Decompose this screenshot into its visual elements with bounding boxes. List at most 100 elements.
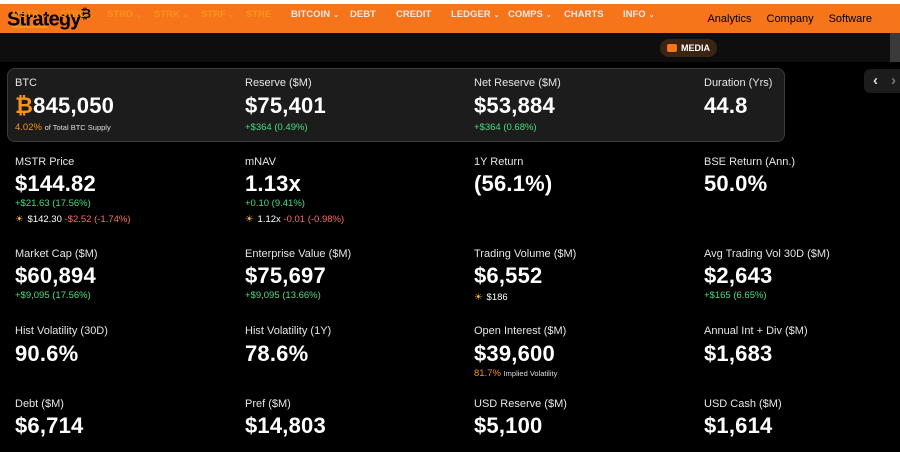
mstr-price-label: MSTR Price xyxy=(15,156,75,168)
chevron-down-icon: ⌄ xyxy=(88,12,95,19)
nav-label: STRF xyxy=(201,9,226,20)
annual-int-div-label: Annual Int + Div ($M) xyxy=(704,325,808,337)
trading-volume-value: $6,552 xyxy=(474,263,543,288)
nav-strf[interactable]: STRF ⌄ xyxy=(201,9,235,20)
mnav-label: mNAV xyxy=(245,156,276,168)
open-interest-label: Open Interest ($M) xyxy=(474,325,567,337)
btc-summary-panel xyxy=(7,68,785,142)
chevron-down-icon: ⌄ xyxy=(41,12,48,19)
reserve-value: $75,401 xyxy=(245,93,326,118)
enterprise-value-label: Enterprise Value ($M) xyxy=(245,248,352,260)
mnav-after-hours-change: -0.01 (-0.98%) xyxy=(283,214,345,225)
video-icon xyxy=(667,44,677,52)
nav-label: STRK xyxy=(154,9,180,20)
one-year-return-value: (56.1%) xyxy=(474,171,553,196)
trading-volume-after-hours: ☀ $186 xyxy=(474,292,508,303)
nav-strd[interactable]: STRD ⌄ xyxy=(107,9,142,20)
usd-cash-label: USD Cash ($M) xyxy=(704,398,782,410)
nav-label: STRC xyxy=(60,9,86,20)
duration-value: 44.8 xyxy=(704,93,748,118)
chevron-left-icon[interactable]: ‹ xyxy=(873,72,878,89)
market-cap-value: $60,894 xyxy=(15,263,96,288)
nav-media-label: MEDIA xyxy=(681,43,710,53)
nav-label: LEDGER xyxy=(451,9,491,20)
chevron-right-icon[interactable]: › xyxy=(891,72,896,89)
hist-vol-1y-label: Hist Volatility (1Y) xyxy=(245,325,332,337)
mstr-after-hours-change: -$2.52 (-1.74%) xyxy=(64,214,131,225)
usd-cash-value: $1,614 xyxy=(704,413,773,438)
chevron-down-icon: ⌄ xyxy=(493,12,500,19)
analytics-link[interactable]: Analytics xyxy=(707,13,751,25)
nav-strk[interactable]: STRK ⌄ xyxy=(154,9,189,20)
trading-volume-after-hours-value: $186 xyxy=(486,292,508,303)
mnav-after-hours: ☀ 1.12x -0.01 (-0.98%) xyxy=(245,214,344,225)
bse-return-label: BSE Return (Ann.) xyxy=(704,156,796,168)
nav-mstr[interactable]: MSTR ⌄ xyxy=(12,9,48,28)
btc-amount: 845,050 xyxy=(33,93,115,118)
btc-value: ₿845,050 xyxy=(15,93,114,119)
pref-label: Pref ($M) xyxy=(245,398,291,410)
hist-vol-30d-label: Hist Volatility (30D) xyxy=(15,325,108,337)
nav-label: BITCOIN xyxy=(291,9,331,20)
implied-volatility-label: Implied Volatility xyxy=(503,369,558,378)
avg-trading-vol-label: Avg Trading Vol 30D ($M) xyxy=(704,248,830,260)
nav-comps[interactable]: COMPS ⌄ xyxy=(508,9,552,20)
top-links: Analytics Company Software xyxy=(707,13,872,25)
nav-debt[interactable]: DEBT xyxy=(350,9,376,20)
nav-credit[interactable]: CREDIT xyxy=(396,9,431,20)
nav-label: INFO xyxy=(623,9,646,20)
chevron-down-icon: ⌄ xyxy=(228,12,235,19)
btc-label: BTC xyxy=(15,77,37,89)
btc-supply-share: 4.02% of Total BTC Supply xyxy=(15,122,111,133)
implied-volatility-value: 81.7% xyxy=(474,368,501,379)
usd-reserve-label: USD Reserve ($M) xyxy=(474,398,567,410)
debt-label: Debt ($M) xyxy=(15,398,64,410)
software-link[interactable]: Software xyxy=(829,13,872,25)
mstr-after-hours-price: $142.30 xyxy=(27,214,62,225)
nav-strc[interactable]: STRC ⌄ xyxy=(60,9,95,20)
mstr-price-change: +$21.63 (17.56%) xyxy=(15,198,91,209)
bse-return-value: 50.0% xyxy=(704,171,768,196)
net-reserve-value: $53,884 xyxy=(474,93,555,118)
nav-info[interactable]: INFO ⌄ xyxy=(623,9,655,20)
enterprise-value-value: $75,697 xyxy=(245,263,326,288)
reserve-change: +$364 (0.49%) xyxy=(245,122,308,133)
debt-value: $6,714 xyxy=(15,413,84,438)
chevron-down-icon: ⌄ xyxy=(333,12,339,19)
avg-trading-vol-change: +$165 (6.65%) xyxy=(704,290,767,301)
nav-stre[interactable]: STRE xyxy=(246,9,271,20)
btc-supply-pct: 4.02% xyxy=(15,122,42,133)
nav-label: DEBT xyxy=(350,9,376,20)
nav-charts[interactable]: CHARTS xyxy=(564,9,604,20)
chevron-down-icon: ⌄ xyxy=(545,12,552,19)
net-reserve-label: Net Reserve ($M) xyxy=(474,77,561,89)
one-year-return-label: 1Y Return xyxy=(474,156,524,168)
nav-label: STRD xyxy=(107,9,133,20)
trading-volume-label: Trading Volume ($M) xyxy=(474,248,577,260)
enterprise-value-change: +$9,095 (13.66%) xyxy=(245,290,321,301)
net-reserve-change: +$364 (0.68%) xyxy=(474,122,537,133)
annual-int-div-value: $1,683 xyxy=(704,341,773,366)
nav-label: COMPS xyxy=(508,9,543,20)
btc-supply-label: of Total BTC Supply xyxy=(44,123,111,132)
mnav-after-hours-value: 1.12x xyxy=(257,214,281,225)
sun-icon: ☀ xyxy=(245,214,254,225)
nav-bitcoin[interactable]: BITCOIN ⌄ xyxy=(291,9,339,20)
nav-ledger[interactable]: LEDGER ⌄ xyxy=(451,9,499,20)
chevron-down-icon: ⌄ xyxy=(135,12,142,19)
main-nav xyxy=(0,33,900,62)
usd-reserve-value: $5,100 xyxy=(474,413,543,438)
bitcoin-icon: ₿ xyxy=(15,93,34,118)
market-cap-label: Market Cap ($M) xyxy=(15,248,98,260)
mstr-after-hours: ☀ $142.30 -$2.52 (-1.74%) xyxy=(15,214,131,225)
company-link[interactable]: Company xyxy=(767,13,814,25)
chevron-down-icon: ⌄ xyxy=(648,12,655,19)
avg-trading-vol-value: $2,643 xyxy=(704,263,773,288)
chevron-down-icon: ⌄ xyxy=(182,12,189,19)
reserve-label: Reserve ($M) xyxy=(245,77,312,89)
mstr-price-value: $144.82 xyxy=(15,171,96,196)
nav-label: CHARTS xyxy=(564,9,604,20)
implied-volatility: 81.7% Implied Volatility xyxy=(474,368,557,379)
pref-value: $14,803 xyxy=(245,413,326,438)
mnav-change: +0.10 (9.41%) xyxy=(245,198,305,209)
